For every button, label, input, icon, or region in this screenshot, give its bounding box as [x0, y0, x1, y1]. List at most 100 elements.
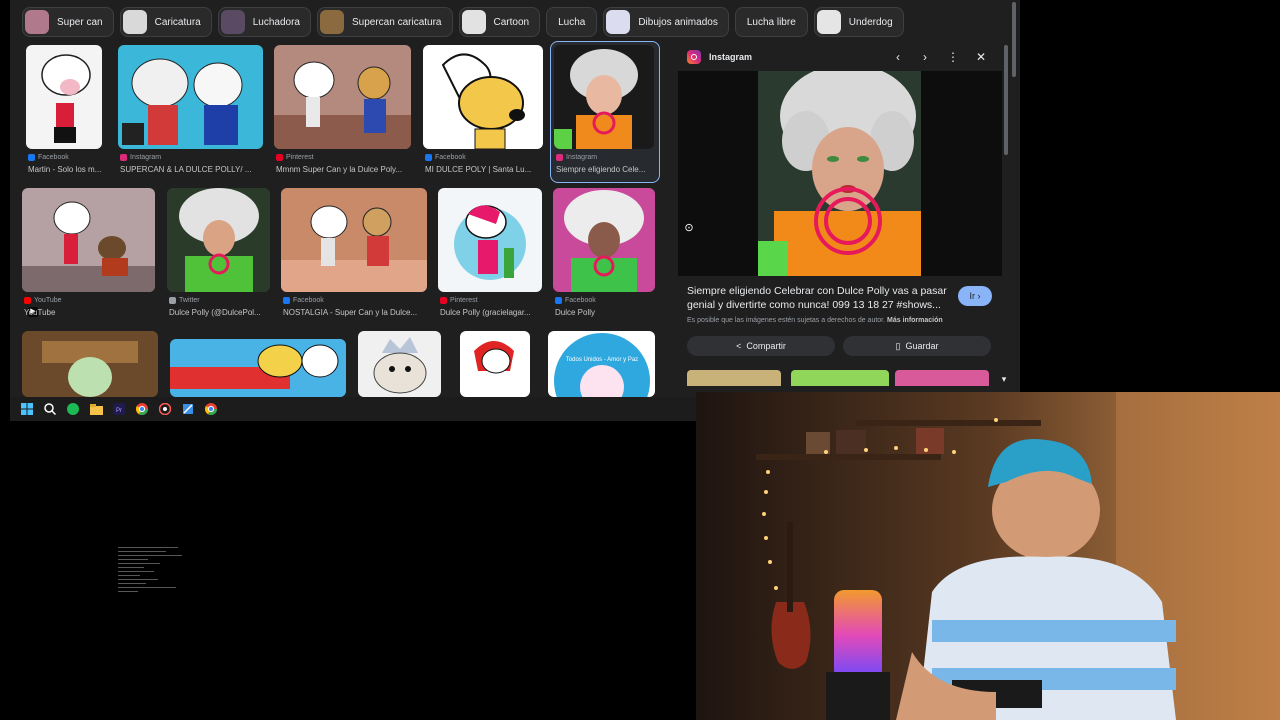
webcam-overlay: [696, 392, 1280, 720]
chip-thumbnail: [461, 10, 486, 34]
chip-thumbnail: [220, 10, 245, 34]
webcam-scene: [696, 392, 1280, 720]
result-card[interactable]: Facebook NOSTALGIA - Super Can y la Dulc…: [281, 188, 427, 323]
result-source: YouTube: [24, 297, 62, 304]
instagram-icon: [556, 154, 563, 161]
result-source: Facebook: [283, 297, 324, 304]
chip-caricatura[interactable]: Caricatura: [119, 7, 212, 37]
result-source: Pinterest: [440, 297, 478, 304]
result-title: YouTube: [24, 308, 56, 317]
result-card[interactable]: Twitter Dulce Polly (@DulcePol...: [167, 188, 270, 323]
x-twitter-icon: [169, 297, 176, 304]
result-source-label: Pinterest: [286, 154, 314, 161]
result-thumbnail: [438, 188, 542, 292]
result-title: Dulce Polly (@DulcePol...: [169, 308, 261, 317]
instagram-icon: [120, 154, 127, 161]
chevron-down-icon[interactable]: ▾: [995, 370, 1013, 388]
result-card-selected[interactable]: Instagram Siempre eligiendo Cele...: [554, 45, 654, 180]
related-image-thumbnail[interactable]: [687, 370, 781, 386]
result-source: Twitter: [169, 297, 200, 304]
result-source-label: Twitter: [179, 297, 200, 304]
chip-label: Super can: [57, 16, 103, 28]
result-title: Dulce Polly: [555, 308, 596, 317]
chip-dibujos-animados[interactable]: Dibujos animados: [603, 7, 729, 37]
more-info-link[interactable]: Más información: [887, 317, 943, 324]
premiere-icon[interactable]: Pr: [111, 401, 127, 417]
chip-label: Luchadora: [252, 16, 300, 28]
result-card[interactable]: ▶ YouTube YouTube: [22, 188, 155, 323]
chip-luchadora[interactable]: Luchadora: [217, 7, 311, 37]
result-thumbnail: [460, 331, 530, 397]
result-card[interactable]: Todos Unidos - Amor y Paz: [548, 331, 655, 397]
chevron-right-icon[interactable]: ›: [916, 48, 934, 66]
result-source-label: Facebook: [38, 154, 69, 161]
tiny-text-block: [118, 547, 188, 595]
more-vert-icon[interactable]: ⋮: [944, 48, 962, 66]
related-image-thumbnail[interactable]: [791, 370, 889, 386]
close-icon[interactable]: ✕: [972, 48, 990, 66]
result-thumbnail: [554, 45, 654, 149]
result-thumbnail: [358, 331, 441, 397]
chip-underdog[interactable]: Underdog: [813, 7, 904, 37]
result-card[interactable]: [358, 331, 441, 397]
chip-cartoon[interactable]: Cartoon: [458, 7, 541, 37]
result-card[interactable]: [170, 339, 346, 397]
related-image-thumbnail[interactable]: [895, 370, 989, 386]
visit-button[interactable]: Ir ›: [958, 286, 992, 306]
chip-thumbnail: [122, 10, 147, 34]
share-button[interactable]: < Compartir: [687, 336, 835, 356]
preview-image[interactable]: [678, 64, 1002, 276]
chrome-active-icon[interactable]: [203, 401, 219, 417]
result-card[interactable]: Instagram SUPERCAN & LA DULCE POLLY/ ...: [118, 45, 263, 180]
result-card[interactable]: Facebook MI DULCE POLY | Santa Lu...: [423, 45, 543, 180]
chip-label: Cartoon: [493, 16, 530, 28]
file-explorer-icon[interactable]: [88, 401, 104, 417]
lens-icon[interactable]: ⊙: [681, 220, 697, 236]
result-source: Facebook: [425, 154, 466, 161]
preview-title[interactable]: Siempre eligiendo Celebrar con Dulce Pol…: [687, 284, 949, 312]
chevron-left-icon[interactable]: ‹: [889, 48, 907, 66]
windows-start-icon[interactable]: [19, 401, 35, 417]
chip-super-can[interactable]: Super can: [22, 7, 114, 37]
chip-lucha[interactable]: Lucha: [546, 7, 598, 37]
chip-label: Supercan caricatura: [352, 16, 442, 28]
share-label: Compartir: [746, 341, 786, 351]
result-source: Facebook: [555, 297, 596, 304]
chip-lucha-libre[interactable]: Lucha libre: [734, 7, 808, 37]
chip-supercan-caricatura[interactable]: Supercan caricatura: [317, 7, 453, 37]
result-title: SUPERCAN & LA DULCE POLLY/ ...: [120, 165, 252, 174]
result-source-label: Facebook: [565, 297, 596, 304]
page-scrollbar[interactable]: [1012, 2, 1016, 77]
youtube-icon: [24, 297, 31, 304]
result-thumbnail: [22, 331, 158, 397]
result-thumbnail: [167, 188, 270, 292]
panel-scrollbar[interactable]: [1004, 45, 1008, 155]
result-card[interactable]: Facebook Martin - Solo los m...: [26, 45, 102, 180]
snipping-tool-icon[interactable]: [180, 401, 196, 417]
chrome-icon[interactable]: [134, 401, 150, 417]
spotify-icon[interactable]: [65, 401, 81, 417]
result-source-label: Facebook: [435, 154, 466, 161]
result-card[interactable]: [22, 331, 158, 397]
panel-source-header[interactable]: Instagram: [687, 48, 752, 66]
copyright-text: Es posible que las imágenes estén sujeta…: [687, 317, 886, 324]
result-source: Instagram: [556, 154, 597, 161]
thumbnail-caption: Todos Unidos - Amor y Paz: [566, 357, 638, 363]
result-card[interactable]: [460, 331, 530, 397]
result-source-label: Instagram: [566, 154, 598, 161]
result-card[interactable]: Facebook Dulce Polly: [553, 188, 655, 323]
browser-icon[interactable]: [157, 401, 173, 417]
result-title: Siempre eligiendo Cele...: [556, 165, 646, 174]
save-button[interactable]: ▯ Guardar: [843, 336, 991, 356]
chip-label: Lucha: [558, 16, 586, 28]
result-source-label: Instagram: [130, 154, 162, 161]
visit-label: Ir: [969, 291, 976, 301]
bookmark-icon: ▯: [895, 340, 901, 351]
result-thumbnail: [26, 45, 102, 149]
svg-text:Pr: Pr: [116, 408, 122, 414]
result-card[interactable]: Pinterest Mmnm Super Can y la Dulce Poly…: [274, 45, 411, 180]
search-icon[interactable]: [42, 401, 58, 417]
related-searches-chip-bar: Super can Caricatura Luchadora Supercan …: [22, 7, 904, 37]
result-card[interactable]: Pinterest Dulce Polly (gracielagar...: [438, 188, 542, 323]
result-thumbnail: [170, 339, 346, 397]
